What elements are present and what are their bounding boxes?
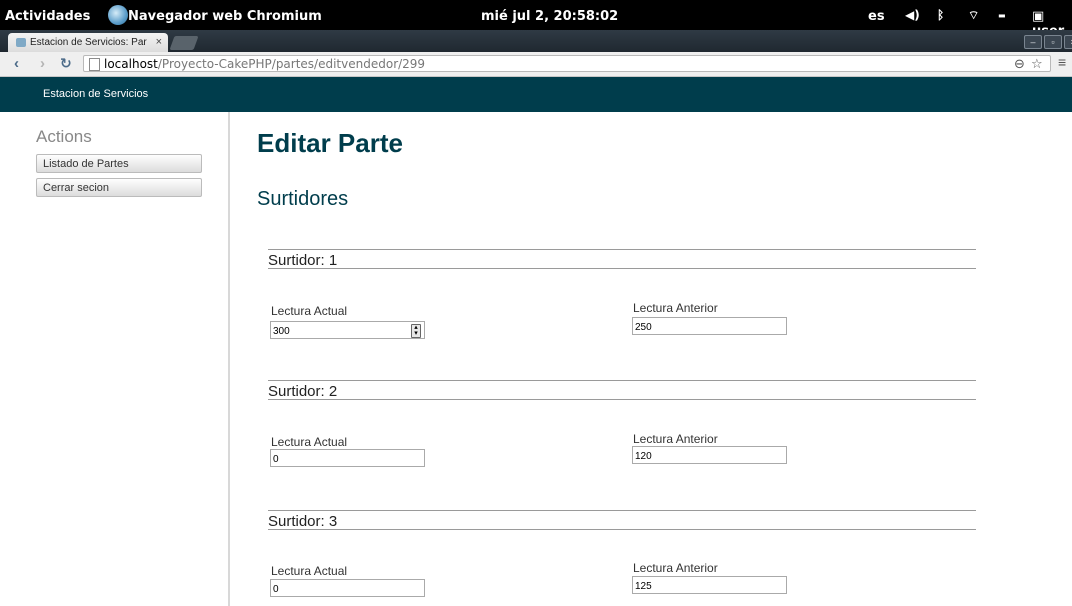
site-header: Estacion de Servicios: [0, 77, 1072, 112]
surtidor-1-actual-value: 300: [273, 326, 290, 337]
tab-strip: Estacion de Servicios: Par × – ▫ ×: [0, 30, 1072, 52]
sidebar-heading: Actions: [36, 127, 92, 146]
new-tab-button[interactable]: [169, 36, 199, 50]
site-title-link[interactable]: Estacion de Servicios: [43, 88, 148, 100]
surtidor-2-anterior-label: Lectura Anterior: [633, 432, 718, 446]
surtidor-1-actual-input[interactable]: 300 ▴ ▾: [270, 321, 425, 339]
url-path: /Proyecto-CakePHP/partes/editvendedor/29…: [157, 57, 426, 71]
surtidor-1-anterior-label: Lectura Anterior: [633, 301, 718, 315]
tab-title: Estacion de Servicios: Par: [30, 37, 147, 48]
zoom-icon[interactable]: ⊖: [1014, 56, 1025, 72]
address-bar[interactable]: localhost/Proyecto-CakePHP/partes/editve…: [83, 55, 1051, 72]
restore-icon[interactable]: ▫: [1044, 35, 1062, 49]
surtidor-2-anterior-input[interactable]: 120: [632, 446, 787, 464]
menu-icon[interactable]: ≡: [1058, 54, 1066, 70]
surtidor-3-legend: Surtidor: 3: [268, 510, 976, 530]
bluetooth-icon[interactable]: ᛒ: [937, 8, 944, 22]
browser-toolbar: ‹ › ↻ localhost/Proyecto-CakePHP/partes/…: [0, 52, 1072, 77]
url-host: localhost: [104, 57, 158, 71]
surtidor-3-actual-input[interactable]: 0: [270, 579, 425, 597]
browser-tab[interactable]: Estacion de Servicios: Par ×: [8, 33, 168, 52]
chromium-app-icon: [108, 5, 128, 25]
battery-icon[interactable]: ▬: [998, 11, 1006, 20]
clock[interactable]: mié jul 2, 20:58:02: [481, 9, 618, 24]
wifi-icon[interactable]: ⌔: [968, 8, 979, 23]
volume-icon[interactable]: ◀): [905, 8, 920, 22]
surtidor-1-actual-label: Lectura Actual: [271, 304, 348, 318]
page-title: Editar Parte: [257, 128, 403, 158]
system-top-bar: Actividades Navegador web Chromium mié j…: [0, 0, 1072, 39]
surtidor-2-actual-label: Lectura Actual: [271, 435, 348, 449]
main-content: Editar Parte Surtidores Surtidor: 1 Lect…: [230, 112, 1072, 606]
surtidor-3-anterior-value: 125: [635, 581, 652, 592]
surtidor-2-actual-value: 0: [273, 454, 279, 465]
bookmark-star-icon[interactable]: ☆: [1031, 56, 1043, 72]
surtidor-3-anterior-input[interactable]: 125: [632, 576, 787, 594]
page-icon: [89, 58, 100, 71]
surtidor-3-actual-value: 0: [273, 584, 279, 595]
forward-icon[interactable]: ›: [40, 55, 45, 72]
surtidor-3-anterior-label: Lectura Anterior: [633, 561, 718, 575]
section-title: Surtidores: [257, 188, 349, 210]
app-menu[interactable]: Navegador web Chromium: [128, 9, 322, 24]
close-window-icon[interactable]: ×: [1064, 35, 1072, 49]
close-tab-icon[interactable]: ×: [156, 36, 162, 48]
surtidor-2-anterior-value: 120: [635, 451, 652, 462]
favicon-icon: [16, 38, 26, 47]
surtidor-1-legend: Surtidor: 1: [268, 249, 976, 269]
back-icon[interactable]: ‹: [14, 55, 19, 72]
surtidor-2-actual-input[interactable]: 0: [270, 449, 425, 467]
number-spinner-icon[interactable]: ▴ ▾: [411, 324, 421, 338]
activities-button[interactable]: Actividades: [5, 9, 90, 24]
cerrar-sesion-button[interactable]: Cerrar secion: [36, 178, 202, 197]
listado-partes-button[interactable]: Listado de Partes: [36, 154, 202, 173]
minimize-icon[interactable]: –: [1024, 35, 1042, 49]
reload-icon[interactable]: ↻: [60, 55, 72, 72]
surtidor-1-anterior-value: 250: [635, 322, 652, 333]
surtidor-1-anterior-input[interactable]: 250: [632, 317, 787, 335]
language-indicator[interactable]: es: [868, 9, 885, 24]
surtidor-3-actual-label: Lectura Actual: [271, 564, 348, 578]
actions-sidebar: Actions Listado de Partes Cerrar secion: [0, 112, 230, 606]
surtidor-2-legend: Surtidor: 2: [268, 380, 976, 400]
